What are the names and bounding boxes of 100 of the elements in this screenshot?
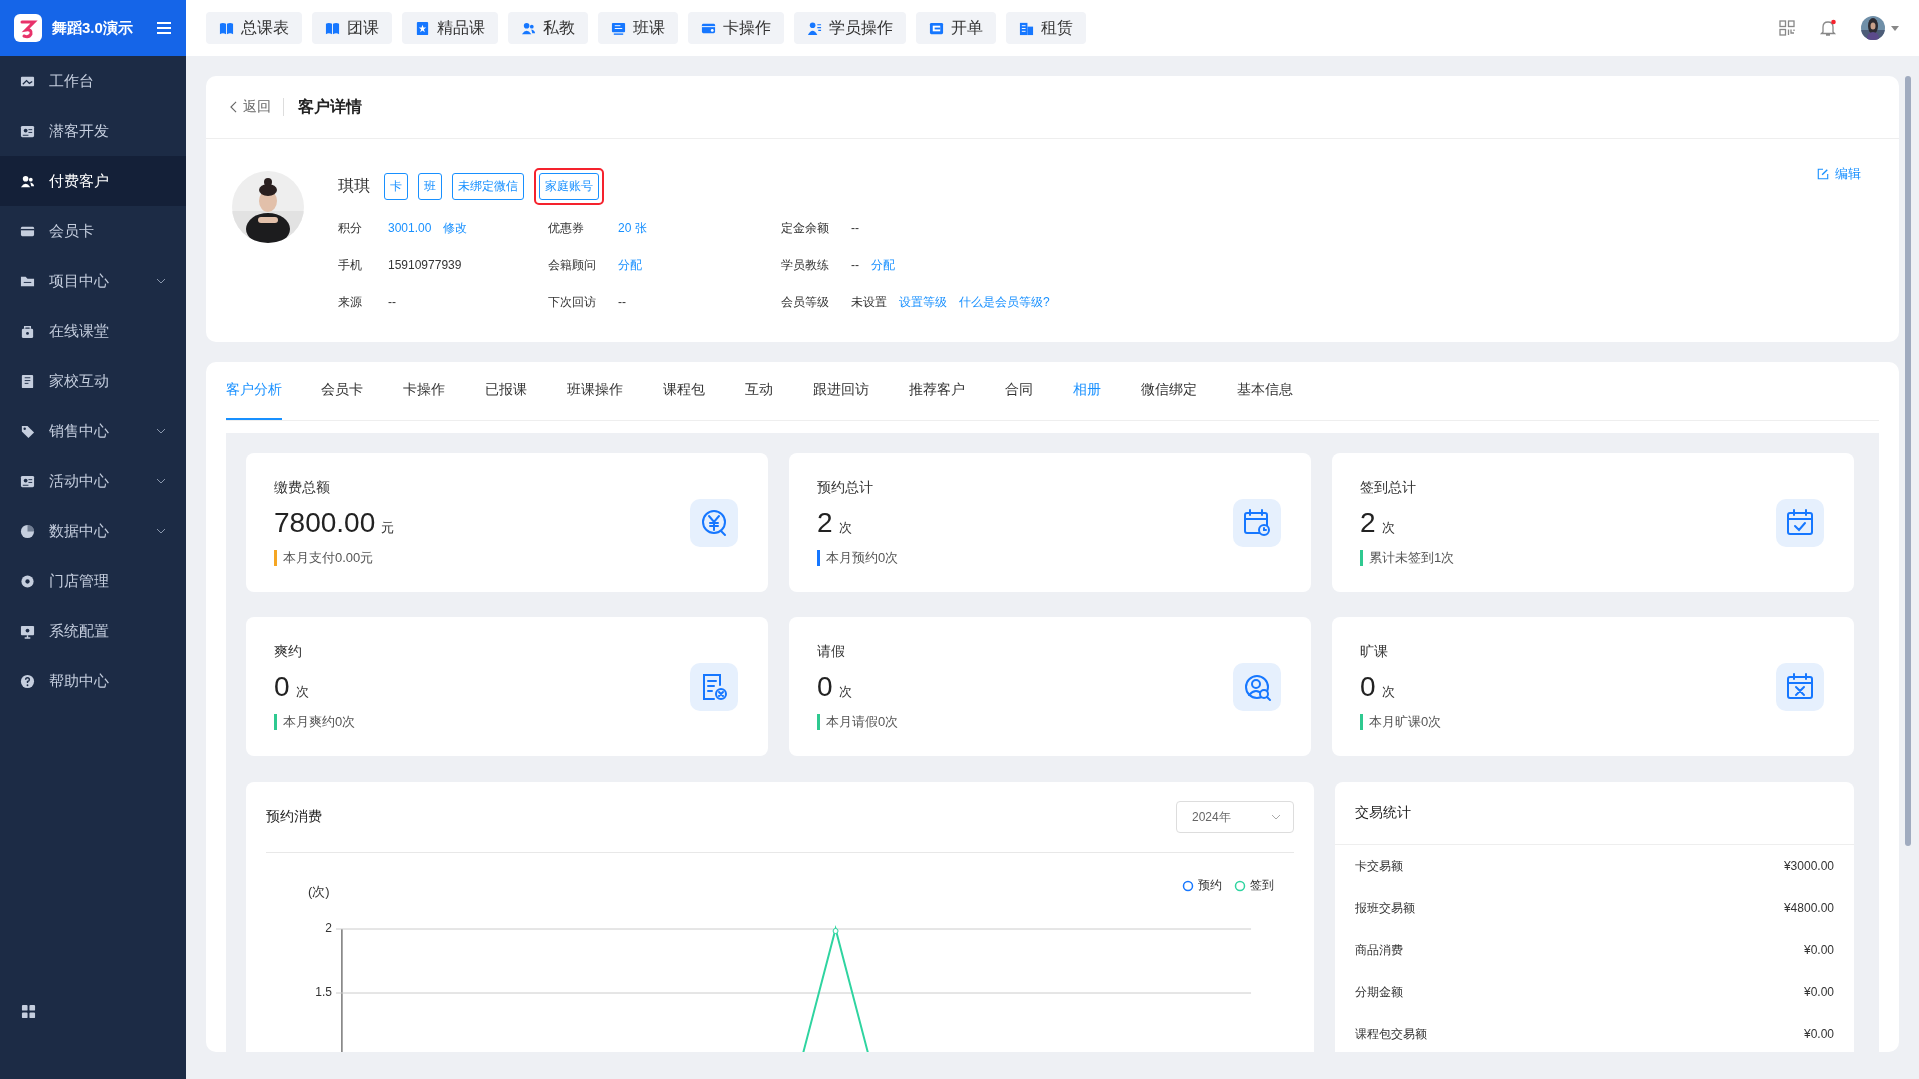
person-search-icon — [1233, 662, 1281, 711]
tab[interactable]: 会员卡 — [321, 362, 383, 420]
tab[interactable]: 微信绑定 — [1121, 362, 1217, 420]
stat-unit: 元 — [381, 518, 395, 537]
sidebar-item[interactable]: 工作台 — [0, 56, 186, 106]
field-label: 下次回访 — [548, 293, 597, 311]
tag: 未绑定微信 — [450, 170, 526, 202]
board-icon — [611, 20, 626, 36]
field-value: -- — [388, 295, 396, 309]
chevron-down-icon — [156, 428, 166, 434]
stat-unit: 次 — [1381, 682, 1395, 701]
year-select[interactable]: 2024年 — [1176, 801, 1294, 833]
customer-name: 琪琪 — [338, 175, 370, 196]
chevron-down-icon — [156, 478, 166, 484]
row-value: ¥0.00 — [1803, 1027, 1834, 1041]
nav-button[interactable]: 班课 — [598, 12, 678, 44]
stat-title: 签到总计 — [1360, 478, 1417, 497]
sidebar-item[interactable]: 系统配置 — [0, 606, 186, 656]
nav-button[interactable]: 总课表 — [206, 12, 302, 44]
sidebar-item[interactable]: 活动中心 — [0, 456, 186, 506]
field-label: 积分 — [338, 219, 363, 237]
stat-unit: 次 — [838, 682, 852, 701]
people-icon — [20, 173, 35, 189]
nav-button[interactable]: 学员操作 — [794, 12, 906, 44]
stat-unit: 次 — [295, 682, 309, 701]
sidebar-item[interactable]: 销售中心 — [0, 406, 186, 456]
tab[interactable]: 卡操作 — [383, 362, 465, 420]
stat-value: 2 — [1360, 506, 1376, 539]
stat-title: 预约总计 — [817, 478, 874, 497]
scrollbar[interactable] — [1905, 76, 1911, 846]
sidebar-item[interactable]: 会员卡 — [0, 206, 186, 256]
field-label: 会籍顾问 — [548, 256, 597, 274]
sidebar-item[interactable]: 在线课堂 — [0, 306, 186, 356]
axis-unit: (次) — [308, 883, 330, 901]
sidebar-item[interactable]: 付费客户 — [0, 156, 186, 206]
field-label: 学员教练 — [781, 256, 830, 274]
notification-bell-icon[interactable] — [1819, 19, 1837, 37]
chevron-down-icon — [156, 278, 166, 284]
nav-button[interactable]: 开单 — [916, 12, 996, 44]
tab[interactable]: 跟进回访 — [793, 362, 889, 420]
tab[interactable]: 课程包 — [643, 362, 725, 420]
nav-button[interactable]: 团课 — [312, 12, 392, 44]
app-title: 舞蹈3.0演示 — [52, 18, 134, 38]
edit-icon — [1817, 168, 1829, 180]
idcard-icon — [20, 123, 35, 139]
doc-x-icon — [690, 662, 738, 711]
field-value: 未设置 — [851, 293, 887, 311]
row-label: 报班交易额 — [1355, 899, 1415, 917]
stat-title: 爽约 — [274, 642, 303, 661]
caret-icon[interactable] — [1891, 25, 1899, 31]
book-icon — [20, 373, 35, 389]
y-tick-label: 1.5 — [314, 985, 332, 999]
nav-button[interactable]: 租赁 — [1006, 12, 1086, 44]
people-icon — [521, 20, 536, 36]
calendar-x-icon — [1776, 662, 1824, 711]
tab[interactable]: 合同 — [985, 362, 1053, 420]
tab[interactable]: 已报课 — [465, 362, 547, 420]
stat-note: 本月请假0次 — [826, 712, 899, 731]
field-label: 定金余额 — [781, 219, 830, 237]
field-label: 会员等级 — [781, 293, 830, 311]
tab[interactable]: 互动 — [725, 362, 793, 420]
stat-value: 7800.00 — [274, 506, 376, 539]
sidebar-item[interactable]: 家校互动 — [0, 356, 186, 406]
sidebar-item[interactable]: 门店管理 — [0, 556, 186, 606]
grid-icon[interactable] — [21, 1004, 36, 1019]
row-value: ¥0.00 — [1803, 943, 1834, 957]
field-value: 15910977939 — [388, 258, 462, 272]
nav-button[interactable]: 精品课 — [402, 12, 498, 44]
chevron-left-icon — [230, 101, 237, 113]
stat-title: 缴费总额 — [274, 478, 331, 497]
tag: 卡 — [382, 170, 410, 202]
field-value: -- — [851, 221, 859, 235]
tab[interactable]: 基本信息 — [1217, 362, 1313, 420]
row-label: 商品消费 — [1355, 941, 1403, 959]
qr-code-icon[interactable] — [1779, 20, 1795, 36]
sidebar-item[interactable]: 潜客开发 — [0, 106, 186, 156]
chevron-down-icon — [1271, 814, 1281, 820]
legend-item[interactable]: 预约 — [1182, 877, 1222, 894]
nav-button[interactable]: 卡操作 — [688, 12, 784, 44]
chart-title: 预约消费 — [266, 808, 322, 826]
tag: 家庭账号 — [534, 167, 604, 205]
idcard-icon — [20, 473, 35, 489]
stat-title: 旷课 — [1360, 642, 1389, 661]
page-title: 客户详情 — [298, 96, 362, 117]
sidebar-item[interactable]: 帮助中心 — [0, 656, 186, 706]
chevron-down-icon — [156, 528, 166, 534]
sidebar-item[interactable]: 项目中心 — [0, 256, 186, 306]
app-logo-icon — [14, 14, 42, 42]
stat-unit: 次 — [838, 518, 852, 537]
stat-note: 累计未签到1次 — [1369, 548, 1455, 567]
legend-item[interactable]: 签到 — [1234, 877, 1274, 894]
menu-icon[interactable] — [156, 21, 172, 35]
tab[interactable]: 推荐客户 — [889, 362, 985, 420]
building-icon — [1019, 20, 1034, 36]
nav-button[interactable]: 私教 — [508, 12, 588, 44]
tab[interactable]: 班课操作 — [547, 362, 643, 420]
sidebar-item[interactable]: 数据中心 — [0, 506, 186, 556]
y-tick-label: 2 — [324, 921, 332, 935]
back-link[interactable]: 返回 — [230, 98, 284, 116]
help-icon — [20, 673, 35, 689]
